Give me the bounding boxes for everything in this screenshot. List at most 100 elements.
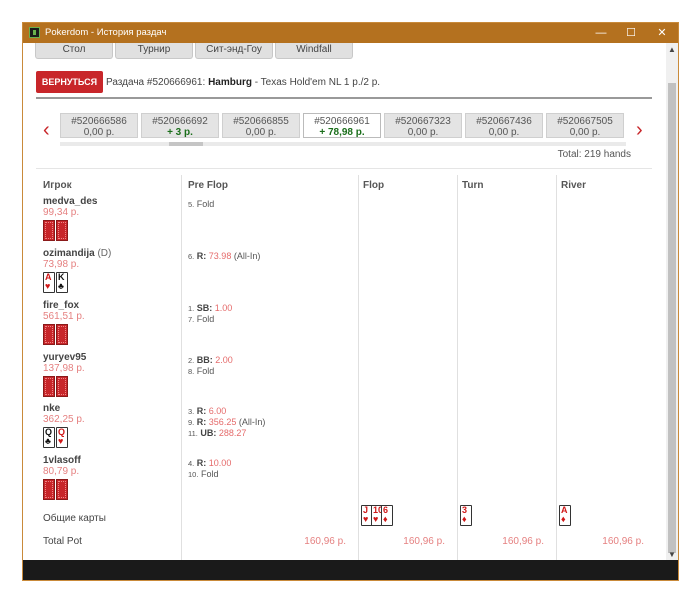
card-back-icon	[43, 324, 55, 345]
hand-id: #520666586	[71, 116, 127, 127]
player-name-text: nke	[43, 403, 61, 414]
minimize-button[interactable]: —	[586, 23, 616, 43]
hand-tile[interactable]: #520666586 0,00 р.	[60, 113, 138, 138]
hand-strip-scroll-thumb[interactable]	[169, 142, 203, 146]
pot-flop: 160,96 р.	[403, 536, 445, 547]
player-row: yuryev95 137,98 р.	[43, 352, 86, 398]
player-row: nke 362,25 р. Q ♣ Q ♥	[43, 403, 85, 449]
hand-tile[interactable]: #520667436 0,00 р.	[465, 113, 543, 138]
card-suit-icon: ♥	[58, 436, 64, 446]
content-area: Стол Турнир Сит-энд-Гоу Windfall ВЕРНУТЬ…	[23, 43, 666, 562]
hand-tile[interactable]: #520666855 0,00 р.	[222, 113, 300, 138]
action-type: R:	[196, 458, 207, 468]
card-suit-icon: ♥	[45, 281, 51, 291]
hole-cards: A ♥ K ♣	[43, 272, 111, 294]
hand-strip-scroll-track[interactable]	[60, 142, 626, 146]
total-hands: Total: 219 hands	[557, 149, 631, 160]
vertical-scrollbar[interactable]: ▲ ▼	[666, 43, 678, 562]
action-amount: 6.00	[208, 406, 227, 416]
player-name-text: fire_fox	[43, 300, 80, 311]
hand-result: 0,00 р.	[407, 127, 439, 138]
community-flop-cards: J ♥ 10 ♥ 6 ♦	[361, 505, 421, 529]
card-back-icon	[56, 376, 68, 397]
maximize-button[interactable]: ☐	[616, 23, 646, 43]
playing-card: Q ♣	[43, 427, 55, 448]
hand-tile[interactable]: #520667505 0,00 р.	[546, 113, 624, 138]
preflop-actions: 2. BB: 2.00 8. Fold	[188, 355, 233, 377]
player-name-text: medva_des	[43, 196, 98, 207]
scroll-up-icon[interactable]: ▲	[666, 43, 678, 57]
preflop-actions: 5. Fold	[188, 199, 214, 210]
action-type: SB:	[196, 303, 213, 313]
history-window: Pokerdom - История раздач — ☐ ✕ Стол Тур…	[22, 22, 679, 581]
tab-tournament[interactable]: Турнир	[115, 43, 193, 59]
tab-table[interactable]: Стол	[35, 43, 113, 59]
player-row: medva_des 99,34 р.	[43, 196, 97, 242]
hand-tile[interactable]: #520666692 + 3 р.	[141, 113, 219, 138]
table-name: Hamburg	[208, 77, 252, 88]
action-text: Fold	[196, 199, 215, 209]
column-header-player: Игрок	[43, 180, 72, 191]
action-amount: 2.00	[215, 355, 233, 365]
action-amount: 73.98	[208, 251, 232, 261]
action-amount: 1.00	[214, 303, 233, 313]
hand-id: #520667505	[557, 116, 613, 127]
footer-bar	[23, 560, 678, 580]
action-line: 8. Fold	[188, 366, 233, 377]
hand-id: #520667436	[476, 116, 532, 127]
action-text: (All-In)	[238, 417, 266, 427]
card-back-icon	[56, 324, 68, 345]
player-balance: 73,98 р.	[43, 259, 80, 270]
tab-windfall[interactable]: Windfall	[275, 43, 353, 59]
next-hands-arrow-icon[interactable]: ›	[636, 120, 643, 140]
action-type: BB:	[196, 355, 213, 365]
action-order: 2.	[188, 356, 195, 365]
hole-cards	[43, 324, 85, 346]
header-divider	[36, 97, 652, 99]
column-divider	[457, 175, 458, 562]
action-order: 5.	[188, 200, 195, 209]
action-text: (All-In)	[233, 251, 261, 261]
card-suit-icon: ♦	[383, 514, 388, 524]
action-line: 6. R: 73.98 (All-In)	[188, 251, 260, 262]
prev-hands-arrow-icon[interactable]: ‹	[43, 120, 50, 140]
action-type: UB:	[200, 428, 217, 438]
hand-result: 0,00 р.	[245, 127, 277, 138]
action-line: 2. BB: 2.00	[188, 355, 233, 366]
action-line: 1. SB: 1.00	[188, 303, 232, 314]
hole-cards	[43, 376, 86, 398]
column-header-turn: Turn	[462, 180, 484, 191]
hole-cards	[43, 220, 97, 242]
action-order: 4.	[188, 459, 195, 468]
game-type: - Texas Hold'em NL 1 р./2 р.	[254, 77, 381, 88]
player-name: yuryev95	[43, 352, 86, 363]
action-type: R:	[196, 406, 207, 416]
tab-sit-n-go[interactable]: Сит-энд-Гоу	[195, 43, 273, 59]
playing-card: 6 ♦	[381, 505, 393, 526]
column-divider	[181, 175, 182, 562]
community-turn-cards: 3 ♦	[460, 505, 520, 529]
hand-tile[interactable]: #520666961 + 78,98 р.	[303, 113, 381, 138]
player-name: fire_fox	[43, 300, 85, 311]
action-order: 1.	[188, 304, 195, 313]
close-button[interactable]: ✕	[647, 23, 677, 43]
community-river-cards: A ♦	[559, 505, 619, 529]
hand-result: 0,00 р.	[488, 127, 520, 138]
hand-result: + 78,98 р.	[319, 127, 365, 138]
hand-info: Раздача #520666961: Hamburg - Texas Hold…	[106, 77, 380, 88]
action-order: 10.	[188, 470, 199, 479]
hand-tile[interactable]: #520667323 0,00 р.	[384, 113, 462, 138]
column-divider	[556, 175, 557, 562]
back-button[interactable]: ВЕРНУТЬСЯ	[36, 71, 103, 93]
hand-id: #520666692	[152, 116, 208, 127]
section-divider	[36, 168, 652, 169]
hand-result: + 3 р.	[167, 127, 193, 138]
column-divider	[358, 175, 359, 562]
player-row: fire_fox 561,51 р.	[43, 300, 85, 346]
action-order: 7.	[188, 315, 195, 324]
player-row: 1vlasoff 80,79 р.	[43, 455, 81, 501]
scroll-thumb[interactable]	[668, 83, 676, 553]
card-back-icon	[43, 479, 55, 500]
action-line: 9. R: 356.25 (All-In)	[188, 417, 265, 428]
player-balance: 80,79 р.	[43, 466, 80, 477]
